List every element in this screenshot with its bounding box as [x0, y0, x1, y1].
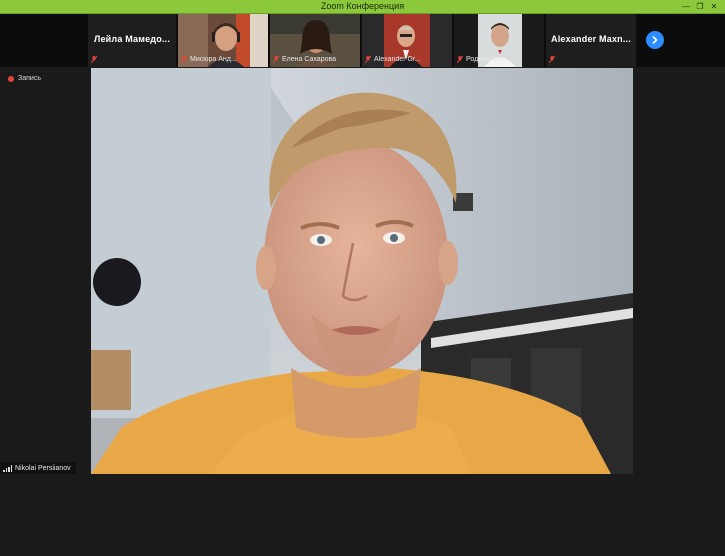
muted-mic-icon: [549, 56, 555, 63]
restore-button[interactable]: ❐: [693, 0, 707, 13]
chevron-right-icon: [652, 36, 658, 44]
scroll-participants-button[interactable]: [646, 31, 664, 49]
bottom-area: [0, 475, 725, 556]
muted-mic-icon: [457, 56, 463, 63]
close-button[interactable]: ✕: [707, 0, 721, 13]
participant-tile[interactable]: Alexander Gr...: [362, 14, 452, 67]
participant-name: Alexander Gr...: [374, 56, 421, 63]
window-title: Zoom Конференция: [320, 1, 405, 11]
active-speaker-video[interactable]: [91, 68, 633, 474]
participant-tile[interactable]: Мисюра Анд...: [178, 14, 268, 67]
minimize-button[interactable]: —: [679, 0, 693, 13]
participant-name: Мисюра Анд...: [190, 56, 237, 63]
participant-name: Елена Сахарова: [282, 56, 337, 63]
muted-mic-icon: [273, 56, 279, 63]
participant-tile[interactable]: Родион Цал...: [454, 14, 544, 67]
participant-name: Лейла Мамедо...: [93, 34, 171, 44]
window-title-bar: Zoom Конференция — ❐ ✕: [0, 0, 725, 14]
muted-mic-icon: [181, 56, 187, 63]
participant-name: Родион Цал...: [466, 56, 511, 63]
muted-mic-icon: [365, 56, 371, 63]
participant-tile[interactable]: Лейла Мамедо...: [88, 14, 176, 67]
muted-mic-icon: [91, 56, 97, 63]
recording-label: Запись: [18, 75, 41, 82]
speaker-video-frame: [91, 68, 633, 474]
participant-name: Alexander Maxn...: [551, 34, 631, 44]
record-icon: [8, 75, 14, 82]
recording-indicator: Запись: [8, 75, 41, 82]
active-speaker-name: Nikolai Persiianov: [15, 464, 71, 472]
participant-tile[interactable]: Alexander Maxn...: [546, 14, 636, 67]
window-controls: — ❐ ✕: [679, 0, 721, 13]
participant-tile[interactable]: Елена Сахарова: [270, 14, 360, 67]
participant-strip: Лейла Мамедо... Мисюра Анд... Елена Саха…: [0, 14, 725, 67]
active-speaker-label: Nikolai Persiianov: [0, 462, 76, 474]
audio-level-icon: [3, 464, 12, 472]
